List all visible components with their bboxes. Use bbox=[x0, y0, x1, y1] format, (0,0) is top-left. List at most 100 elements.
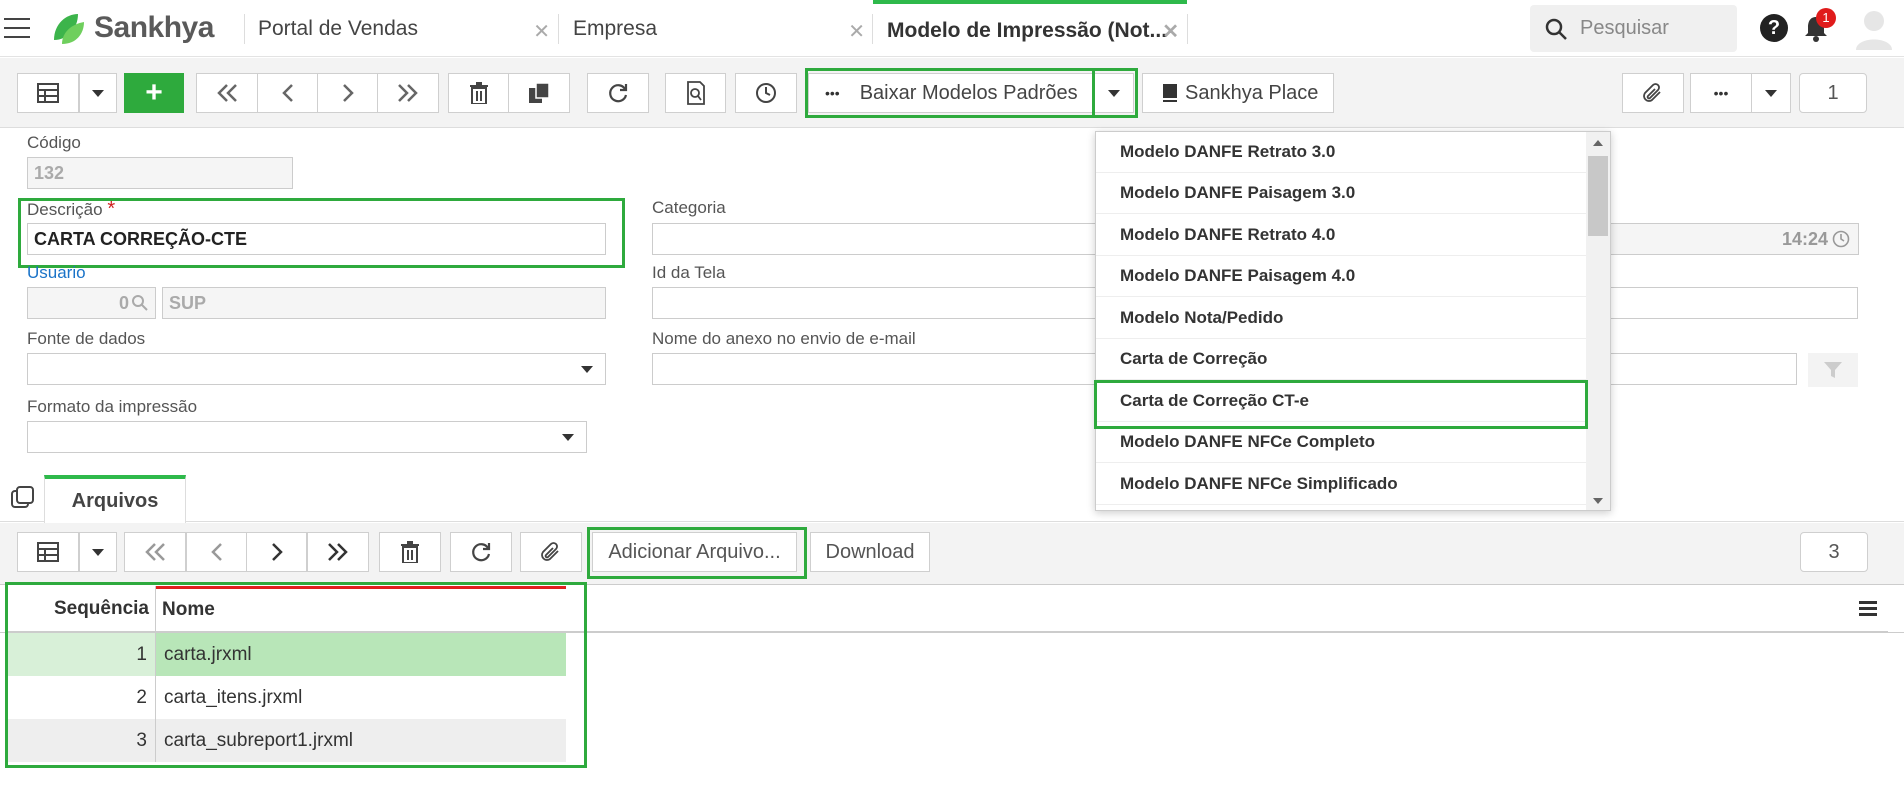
chevron-down-icon bbox=[92, 89, 104, 97]
attachment-button[interactable] bbox=[1622, 73, 1684, 113]
fonte-de-dados-select[interactable] bbox=[27, 353, 606, 385]
extra-field[interactable] bbox=[1610, 287, 1858, 319]
last-record-button[interactable] bbox=[307, 532, 369, 572]
scroll-up-icon[interactable] bbox=[1586, 134, 1610, 154]
clock-icon bbox=[756, 83, 776, 103]
table-icon bbox=[37, 83, 59, 103]
fonte-de-dados-label: Fonte de dados bbox=[27, 329, 146, 348]
tab-arquivos[interactable]: Arquivos bbox=[44, 475, 186, 523]
tab-label: Portal de Vendas bbox=[258, 16, 418, 40]
filter-field[interactable] bbox=[1610, 353, 1797, 385]
dropdown-item[interactable]: Carta de Correção bbox=[1096, 339, 1586, 380]
categoria-field[interactable] bbox=[652, 223, 1096, 255]
tab-modelo-de-impressao[interactable]: Modelo de Impressão (Not... ✕ bbox=[873, 0, 1187, 57]
usuario-name-field: SUP bbox=[162, 287, 606, 319]
more-icon: ••• bbox=[1713, 85, 1729, 101]
search-input[interactable]: Pesquisar bbox=[1530, 5, 1737, 52]
refresh-button[interactable] bbox=[587, 73, 649, 113]
double-chevron-left-icon bbox=[217, 84, 237, 102]
sankhya-place-button[interactable]: Sankhya Place bbox=[1142, 73, 1334, 113]
chevron-down-icon bbox=[92, 548, 104, 556]
dropdown-item[interactable]: Modelo Nota/Pedido bbox=[1096, 298, 1586, 339]
close-icon[interactable]: ✕ bbox=[1162, 19, 1179, 44]
usuario-code-value: 0 bbox=[118, 292, 129, 313]
column-menu-icon[interactable] bbox=[1857, 598, 1879, 620]
help-icon[interactable]: ? bbox=[1760, 14, 1788, 42]
sankhya-place-label: Sankhya Place bbox=[1185, 81, 1319, 104]
add-button[interactable]: + bbox=[124, 73, 184, 113]
search-icon[interactable] bbox=[131, 294, 149, 312]
chevron-down-icon bbox=[1765, 89, 1777, 97]
highlight-box bbox=[805, 68, 1138, 118]
view-dropdown-button[interactable] bbox=[79, 532, 117, 572]
first-record-button[interactable] bbox=[196, 73, 258, 113]
filter-button[interactable] bbox=[1808, 353, 1858, 387]
usuario-label[interactable]: Usuario bbox=[27, 263, 86, 283]
view-dropdown-button[interactable] bbox=[79, 73, 117, 113]
tab-label: Modelo de Impressão (Not... bbox=[887, 18, 1168, 42]
dropdown-scrollbar-thumb[interactable] bbox=[1588, 156, 1608, 236]
chevron-left-icon bbox=[210, 543, 222, 561]
delete-button[interactable] bbox=[379, 532, 441, 572]
time-field[interactable]: 14:24 bbox=[1610, 223, 1859, 255]
clock-icon bbox=[1832, 230, 1850, 248]
id-tela-field[interactable] bbox=[652, 287, 1096, 319]
next-record-button[interactable] bbox=[246, 532, 307, 572]
attachment-button[interactable] bbox=[520, 532, 582, 572]
search-icon bbox=[1545, 18, 1567, 40]
highlight-box bbox=[5, 582, 587, 768]
menu-icon[interactable] bbox=[4, 18, 30, 40]
dropdown-item[interactable]: Modelo DANFE Paisagem 4.0 bbox=[1096, 256, 1586, 297]
dropdown-item[interactable]: Modelo DANFE Retrato 3.0 bbox=[1096, 132, 1586, 173]
sankhya-logo[interactable]: Sankhya bbox=[48, 10, 214, 46]
tab-separator bbox=[244, 14, 245, 44]
more-options-button[interactable]: ••• bbox=[1690, 73, 1752, 113]
highlight-box bbox=[1092, 68, 1138, 118]
book-icon bbox=[1163, 84, 1177, 102]
previous-record-button[interactable] bbox=[186, 532, 247, 572]
copy-icon[interactable] bbox=[10, 485, 36, 511]
dropdown-item[interactable]: Modelo DANFE Paisagem 3.0 bbox=[1096, 173, 1586, 214]
more-options-dropdown[interactable] bbox=[1751, 73, 1791, 113]
delete-button[interactable] bbox=[448, 73, 509, 113]
sankhya-leaf-icon bbox=[54, 14, 84, 44]
search-placeholder: Pesquisar bbox=[1580, 17, 1669, 39]
close-icon[interactable]: ✕ bbox=[533, 19, 550, 44]
record-count-box: 3 bbox=[1800, 532, 1868, 572]
preview-button[interactable] bbox=[665, 73, 726, 113]
detail-tab-bar bbox=[0, 470, 1904, 522]
tab-label: Empresa bbox=[573, 16, 658, 40]
notification-badge: 1 bbox=[1816, 8, 1836, 28]
dropdown-scrollbar[interactable] bbox=[1586, 132, 1610, 510]
detail-toolbar: Adicionar Arquivo... Download 3 bbox=[0, 523, 1904, 585]
refresh-button[interactable] bbox=[450, 532, 512, 572]
previous-record-button[interactable] bbox=[257, 73, 318, 113]
page-number-box[interactable]: 1 bbox=[1799, 73, 1867, 113]
highlight-box bbox=[587, 527, 807, 579]
paperclip-icon bbox=[1643, 83, 1661, 102]
chevron-left-icon bbox=[281, 84, 293, 102]
tab-portal-de-vendas[interactable]: Portal de Vendas ✕ bbox=[258, 0, 550, 57]
tab-empresa[interactable]: Empresa ✕ bbox=[573, 0, 865, 57]
avatar-icon[interactable] bbox=[1852, 6, 1896, 50]
formato-select[interactable] bbox=[27, 421, 587, 453]
grid-view-button[interactable] bbox=[17, 73, 79, 113]
trash-icon bbox=[469, 82, 488, 104]
grid-view-button[interactable] bbox=[17, 532, 79, 572]
usuario-code-field[interactable]: 0 bbox=[27, 287, 156, 319]
table-icon bbox=[37, 542, 59, 562]
codigo-field[interactable]: 132 bbox=[27, 157, 293, 189]
nome-anexo-field[interactable] bbox=[652, 353, 1096, 385]
refresh-icon bbox=[472, 543, 491, 562]
dropdown-item[interactable]: Modelo DANFE Retrato 4.0 bbox=[1096, 215, 1586, 256]
highlight-box bbox=[1094, 380, 1588, 429]
last-record-button[interactable] bbox=[377, 73, 439, 113]
duplicate-button[interactable] bbox=[508, 73, 570, 113]
history-button[interactable] bbox=[735, 73, 797, 113]
next-record-button[interactable] bbox=[317, 73, 378, 113]
time-value: 14:24 bbox=[1781, 228, 1828, 249]
modelos-dropdown-menu: Modelo DANFE Retrato 3.0 Modelo DANFE Pa… bbox=[1095, 131, 1611, 511]
close-icon[interactable]: ✕ bbox=[848, 19, 865, 44]
download-button[interactable]: Download bbox=[810, 532, 930, 572]
first-record-button[interactable] bbox=[124, 532, 186, 572]
